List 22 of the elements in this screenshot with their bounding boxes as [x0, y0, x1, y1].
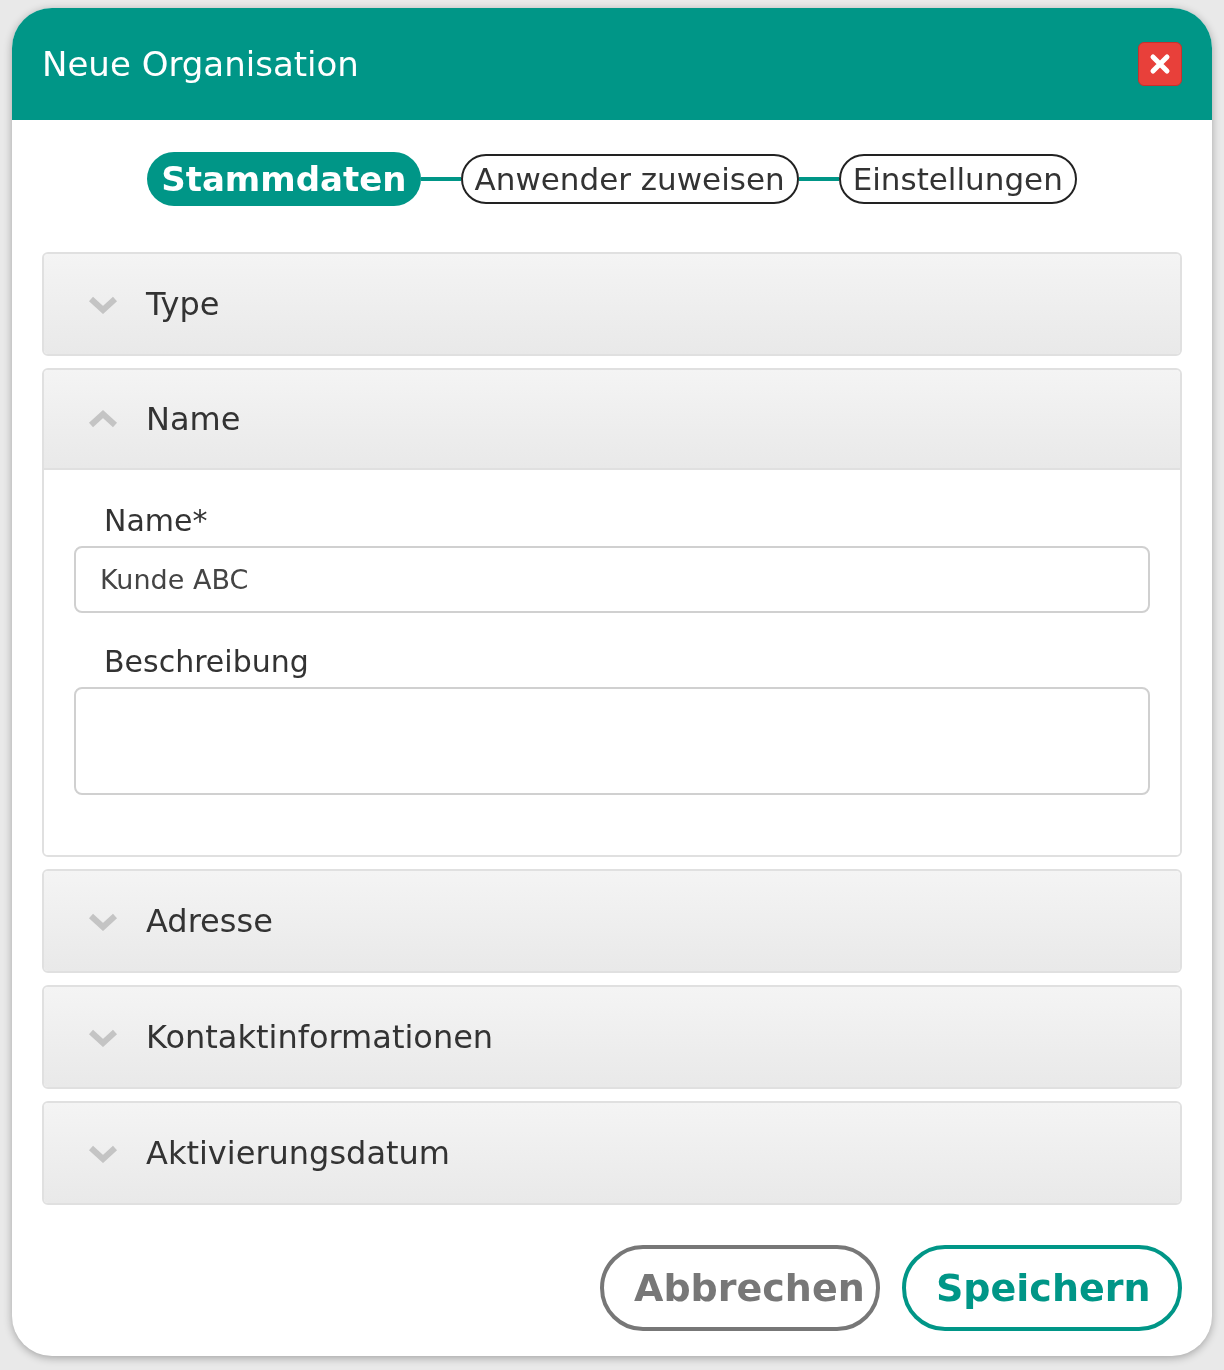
field-label: Name* — [103, 502, 209, 540]
section-header[interactable]: Aktivierungsdatum — [44, 1103, 1180, 1203]
section-header[interactable]: Adresse — [44, 871, 1180, 971]
section-header[interactable]: Type — [44, 254, 1180, 354]
save-button[interactable]: Speichern — [902, 1245, 1182, 1331]
input-field[interactable]: Kunde ABC — [74, 546, 1150, 613]
step-tab[interactable]: Einstellungen — [838, 154, 1077, 204]
chevron-up-icon — [88, 409, 118, 429]
close-icon — [1149, 53, 1171, 75]
section-header[interactable]: Kontaktinformationen — [44, 987, 1180, 1087]
step-tab[interactable]: Anwender zuweisen — [460, 154, 799, 204]
chevron-down-icon — [88, 911, 118, 931]
step-tab[interactable]: Stammdaten — [147, 152, 421, 206]
chevron-down-icon — [88, 1027, 118, 1047]
dialog-title: Neue Organisation — [42, 42, 359, 86]
textarea-field[interactable] — [74, 687, 1150, 795]
field-label: Beschreibung — [103, 643, 310, 681]
close-button[interactable] — [1138, 42, 1182, 86]
section-header[interactable]: Name — [44, 370, 1180, 470]
chevron-down-icon — [88, 294, 118, 314]
cancel-button[interactable]: Abbrechen — [600, 1245, 880, 1331]
chevron-down-icon — [88, 1143, 118, 1163]
